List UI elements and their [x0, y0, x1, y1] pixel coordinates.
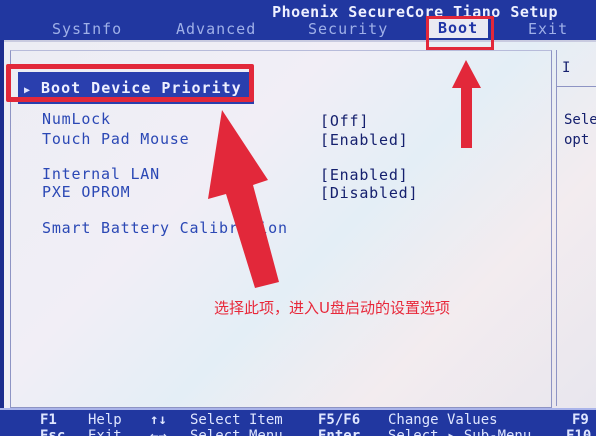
key-leftright: ←→ — [150, 428, 167, 436]
tab-advanced[interactable]: Advanced — [176, 20, 256, 38]
tab-sysinfo[interactable]: SysInfo — [52, 20, 122, 38]
key-f9: F9 — [572, 412, 589, 428]
internal-lan-label[interactable]: Internal LAN — [42, 165, 160, 183]
pxe-oprom-label[interactable]: PXE OPROM — [42, 183, 130, 201]
key-updown: ↑↓ — [150, 412, 167, 428]
pxe-oprom-value[interactable]: [Disabled] — [320, 184, 418, 202]
key-enter: Enter — [318, 428, 361, 436]
key-updown-desc: Select Item — [190, 412, 283, 428]
key-f5f6-desc: Change Values — [388, 412, 498, 428]
key-esc-desc: Exit — [88, 428, 122, 436]
numlock-label[interactable]: NumLock — [42, 110, 111, 128]
key-f5f6: F5/F6 — [318, 412, 361, 428]
help-line-2: opt — [564, 132, 590, 148]
boot-tab-highlight — [426, 16, 494, 50]
internal-lan-value[interactable]: [Enabled] — [320, 166, 408, 184]
touchpad-mouse-label[interactable]: Touch Pad Mouse — [42, 130, 189, 148]
key-f1-desc: Help — [88, 412, 122, 428]
key-leftright-desc: Select Menu — [190, 428, 283, 436]
help-divider — [556, 86, 596, 87]
tab-exit[interactable]: Exit — [528, 20, 568, 38]
bios-screen: Phoenix SecureCore Tiano Setup SysInfo A… — [0, 0, 596, 436]
key-enter-desc: Select ▸ Sub-Menu — [388, 428, 532, 436]
highlight-box — [6, 64, 254, 102]
tab-security[interactable]: Security — [308, 20, 388, 38]
key-esc: Esc — [40, 428, 66, 436]
help-title: I — [562, 60, 571, 76]
footer-key-legend: F1 Help ↑↓ Select Item F5/F6 Change Valu… — [0, 408, 596, 436]
key-f1: F1 — [40, 412, 57, 428]
bios-title: Phoenix SecureCore Tiano Setup — [272, 3, 558, 21]
touchpad-mouse-value[interactable]: [Enabled] — [320, 131, 408, 149]
annotation-text: 选择此项，进入U盘启动的设置选项 — [214, 299, 450, 317]
key-f10: F10 — [566, 428, 592, 436]
help-line-1: Sele — [564, 112, 596, 128]
help-panel — [556, 50, 596, 406]
numlock-value[interactable]: [Off] — [320, 112, 369, 130]
title-bar: Phoenix SecureCore Tiano Setup SysInfo A… — [0, 0, 596, 40]
smart-battery-calibration-label[interactable]: Smart Battery Calibration — [42, 219, 288, 237]
